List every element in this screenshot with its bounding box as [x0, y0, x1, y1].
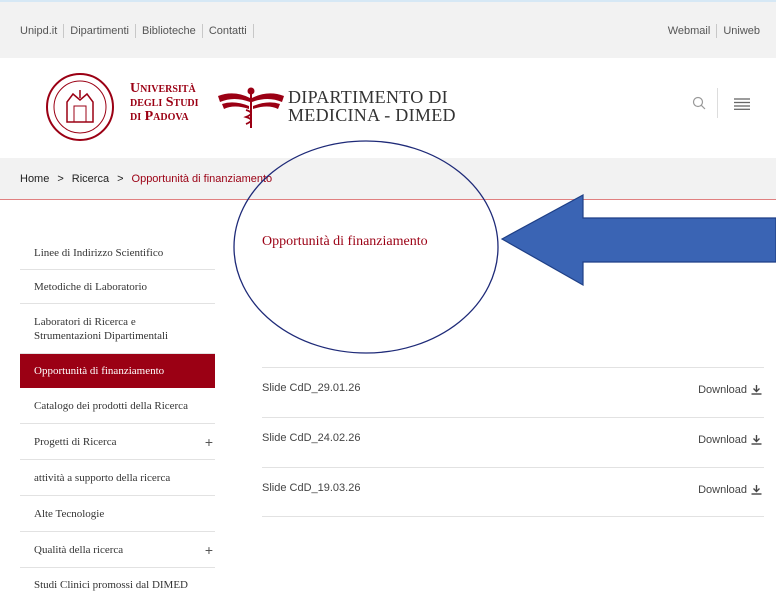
sidebar-item-catalogo[interactable]: Catalogo dei prodotti della Ricerca [20, 388, 215, 424]
breadcrumb-ricerca[interactable]: Ricerca [72, 173, 109, 185]
sidebar-item-qualita[interactable]: Qualità della ricerca + [20, 532, 215, 568]
breadcrumb-separator: > [117, 173, 124, 185]
top-bar: Unipd.it Dipartimenti Biblioteche Contat… [0, 0, 776, 58]
breadcrumb-current: Opportunità di finanziamento [131, 173, 273, 185]
department-name[interactable]: DIPARTIMENTO DI MEDICINA - DIMED [288, 88, 456, 124]
breadcrumb: Home > Ricerca > Opportunità di finanzia… [0, 158, 776, 200]
sidebar-item-attivita[interactable]: attività a supporto della ricerca [20, 460, 215, 496]
sidebar-item-opportunita[interactable]: Opportunità di finanziamento [20, 354, 215, 388]
download-link[interactable]: Download [698, 434, 762, 446]
top-links-left: Unipd.it Dipartimenti Biblioteche Contat… [14, 24, 254, 38]
search-icon[interactable] [692, 96, 706, 110]
sidebar-item-alte-tecnologie[interactable]: Alte Tecnologie [20, 496, 215, 532]
expand-plus-icon[interactable]: + [205, 435, 213, 449]
top-links-right: Webmail Uniweb [662, 24, 766, 38]
sidebar-item-progetti[interactable]: Progetti di Ricerca + [20, 424, 215, 460]
page-title: Opportunità di finanziamento [262, 234, 428, 249]
menu-icon[interactable] [734, 98, 750, 110]
breadcrumb-separator: > [57, 173, 64, 185]
sidebar-item-linee[interactable]: Linee di Indirizzo Scientifico [20, 236, 215, 270]
annotation-arrow [500, 193, 776, 287]
download-list: Slide CdD_29.01.26 Download Slide CdD_24… [262, 367, 764, 517]
download-link[interactable]: Download [698, 384, 762, 396]
top-link-uniweb[interactable]: Uniweb [717, 24, 766, 38]
sidebar-item-metodiche[interactable]: Metodiche di Laboratorio [20, 270, 215, 304]
top-link-biblioteche[interactable]: Biblioteche [136, 24, 203, 38]
university-seal[interactable] [45, 72, 115, 142]
download-row: Slide CdD_19.03.26 Download [262, 467, 764, 517]
header-divider [717, 88, 718, 118]
expand-plus-icon[interactable]: + [205, 543, 213, 557]
caduceus-logo [218, 87, 284, 128]
download-link[interactable]: Download [698, 484, 762, 496]
download-icon [751, 385, 762, 395]
top-link-webmail[interactable]: Webmail [662, 24, 718, 38]
download-row: Slide CdD_29.01.26 Download [262, 367, 764, 417]
download-row: Slide CdD_24.02.26 Download [262, 417, 764, 467]
breadcrumb-home[interactable]: Home [20, 173, 49, 185]
download-icon [751, 435, 762, 445]
top-link-dipartimenti[interactable]: Dipartimenti [64, 24, 136, 38]
sidebar-nav: Linee di Indirizzo Scientifico Metodiche… [20, 236, 215, 602]
sidebar-item-studi-clinici[interactable]: Studi Clinici promossi dal DIMED [20, 568, 215, 602]
download-file-name: Slide CdD_29.01.26 [262, 382, 361, 394]
download-icon [751, 485, 762, 495]
top-link-unipd[interactable]: Unipd.it [14, 24, 65, 38]
university-name[interactable]: Università degli Studi di Padova [130, 82, 199, 124]
download-file-name: Slide CdD_24.02.26 [262, 432, 361, 444]
site-header: Università degli Studi di Padova DIPARTI… [20, 58, 776, 158]
top-link-contatti[interactable]: Contatti [203, 24, 254, 38]
sidebar-item-laboratori[interactable]: Laboratori di Ricerca e Strumentazioni D… [20, 304, 215, 354]
download-file-name: Slide CdD_19.03.26 [262, 482, 361, 494]
